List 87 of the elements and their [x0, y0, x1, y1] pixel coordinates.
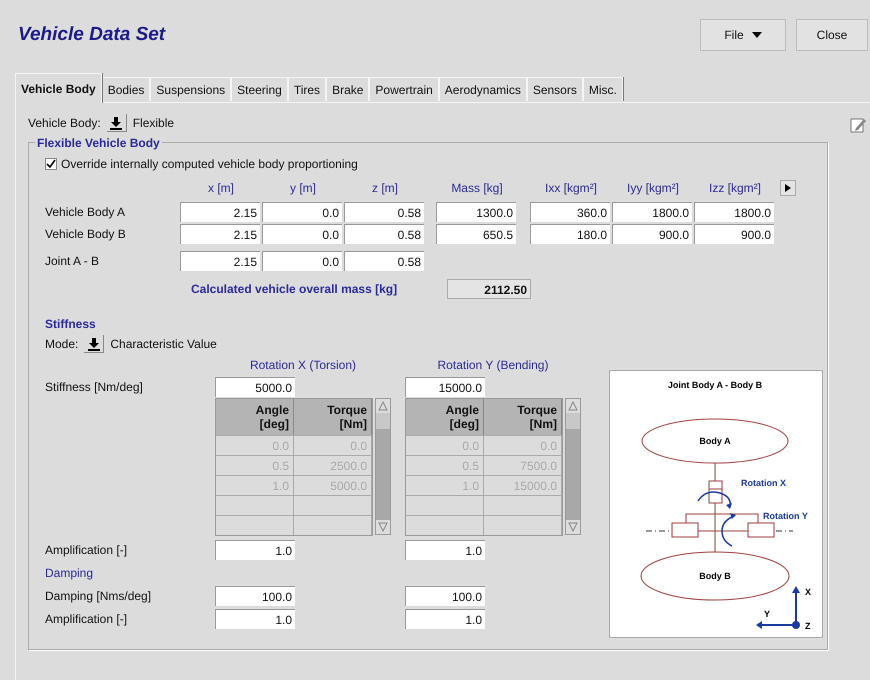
axis-label: Y [764, 609, 770, 619]
input-field[interactable]: 1800.0 [612, 202, 692, 222]
right-arrow-icon [785, 184, 791, 192]
input-field[interactable]: 0.58 [344, 224, 424, 244]
checkbox[interactable] [45, 158, 57, 170]
input-field[interactable]: 2.15 [180, 224, 260, 244]
section-title: Damping [45, 565, 94, 582]
tab[interactable]: Steering [231, 77, 288, 101]
scrollbar[interactable] [565, 398, 581, 535]
row-label: Stiffness [Nm/deg] [45, 380, 143, 394]
download-icon [86, 336, 101, 350]
diagram-label: Rotation Y [763, 511, 808, 521]
tab[interactable]: Suspensions [150, 77, 232, 101]
field-label: Mode: [45, 336, 78, 353]
total-label: Calculated vehicle overall mass [kg] [191, 282, 398, 296]
input-field[interactable]: 1.0 [405, 609, 485, 629]
scrollbar[interactable] [375, 398, 391, 535]
edit-icon[interactable] [850, 117, 866, 133]
input-field[interactable]: 0.58 [344, 202, 424, 222]
up-arrow-icon[interactable] [566, 399, 580, 413]
scroll-right-button[interactable] [780, 180, 796, 196]
down-arrow-icon[interactable] [566, 520, 580, 534]
down-arrow-icon[interactable] [376, 520, 390, 534]
input-field[interactable]: 100.0 [405, 586, 485, 606]
input-field[interactable]: 0.0 [262, 251, 342, 271]
column-header: z [m] [372, 180, 398, 197]
checkbox-label: Override internally computed vehicle body proportioning [61, 156, 358, 173]
tab[interactable]: Vehicle Body [15, 73, 102, 103]
input-field[interactable]: 180.0 [530, 224, 610, 244]
input-field[interactable]: 900.0 [612, 224, 692, 244]
caret-icon [752, 32, 762, 38]
tab[interactable]: Misc. [582, 77, 623, 101]
total-value: 2112.50 [447, 279, 531, 299]
close-button[interactable]: Close [796, 19, 868, 51]
input-field[interactable]: 0.0 [262, 224, 342, 244]
input-field[interactable]: 1.0 [405, 540, 485, 560]
tab[interactable]: Brake [326, 77, 370, 101]
axis-label: Z [805, 621, 810, 631]
input-field[interactable]: 360.0 [530, 202, 610, 222]
input-field[interactable]: 2.15 [180, 251, 260, 271]
input-field[interactable]: 1800.0 [694, 202, 774, 222]
up-arrow-icon[interactable] [376, 399, 390, 413]
scroll-thumb[interactable] [566, 413, 580, 429]
input-field[interactable]: 15000.0 [405, 377, 485, 397]
download-icon [109, 116, 124, 130]
diagram-label: Body A [699, 436, 731, 446]
diagram-label: Rotation X [741, 478, 786, 488]
input-field[interactable]: 900.0 [694, 224, 774, 244]
input-field[interactable]: 1.0 [215, 609, 295, 629]
tab[interactable]: Tires [288, 77, 326, 101]
tab[interactable]: Powertrain [369, 77, 439, 101]
row-label: Amplification [-] [45, 543, 128, 557]
window-title: Vehicle Data Set [18, 22, 167, 47]
section-title: Stiffness [45, 316, 96, 333]
input-field[interactable]: 1.0 [215, 540, 295, 560]
diagram-label: Body B [699, 571, 731, 581]
field-label: Vehicle Body: [28, 115, 101, 132]
column-header: Rotation X (Torsion) [250, 357, 356, 374]
scroll-thumb[interactable] [376, 413, 390, 429]
tab[interactable]: Sensors [526, 77, 583, 101]
field-value: Characteristic Value [110, 336, 217, 353]
column-header: Rotation Y (Bending) [438, 357, 548, 374]
column-header: x [m] [208, 180, 234, 197]
column-header: Iyy [kgm²] [626, 180, 679, 197]
column-header: Ixx [kgm²] [544, 180, 597, 197]
row-label: Vehicle Body B [45, 227, 126, 241]
input-field[interactable]: 2.15 [180, 202, 260, 222]
field-value: Flexible [132, 115, 174, 132]
file-menu-button[interactable]: File [700, 19, 786, 51]
axes-drawing [756, 586, 800, 629]
input-field[interactable]: 0.0 [262, 202, 342, 222]
column-header: Mass [kg] [451, 180, 503, 197]
row-label: Joint A - B [45, 254, 100, 268]
tab[interactable]: Aerodynamics [438, 77, 527, 101]
input-field[interactable]: 1300.0 [436, 202, 516, 222]
input-field[interactable]: 0.58 [344, 251, 424, 271]
row-label: Vehicle Body A [45, 205, 126, 219]
input-field[interactable]: 650.5 [436, 224, 516, 244]
input-field[interactable]: 5000.0 [215, 377, 295, 397]
column-header: y [m] [290, 180, 316, 197]
row-label: Amplification [-] [45, 612, 128, 626]
column-header: Izz [kgm²] [708, 180, 761, 197]
input-field[interactable]: 100.0 [215, 586, 295, 606]
axis-label: X [805, 587, 812, 597]
diagram-title: Joint Body A - Body B [668, 380, 762, 390]
row-label: Damping [Nms/deg] [45, 589, 152, 603]
tab[interactable]: Bodies [102, 77, 150, 101]
